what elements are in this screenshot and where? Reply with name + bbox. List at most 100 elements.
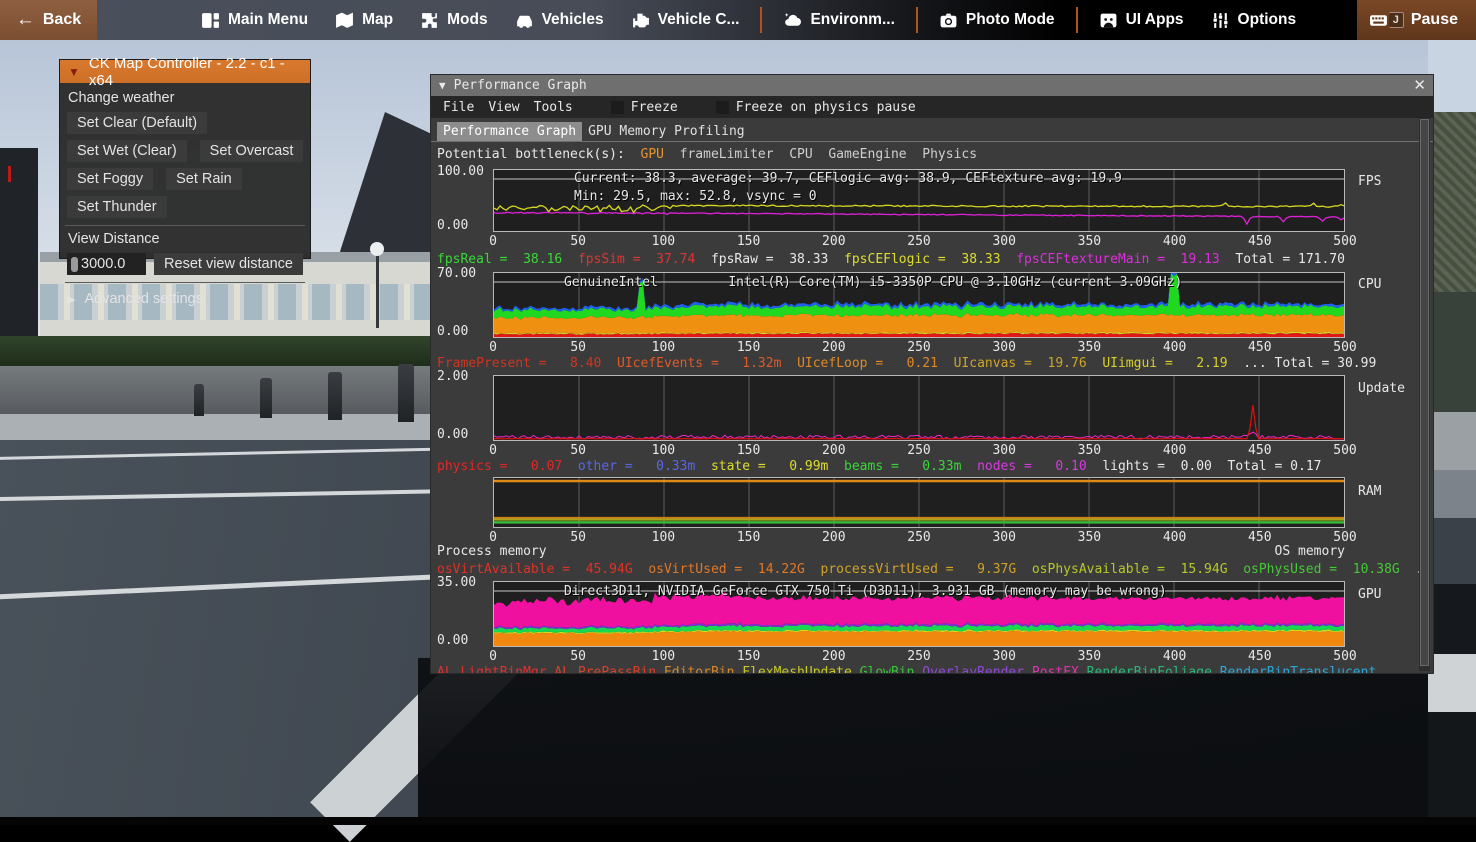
set-wet-clear-button[interactable]: Set Wet (Clear) [67,140,187,162]
ck-title-bar[interactable]: ▼ CK Map Controller - 2.2 - c1 - x64 [60,60,310,83]
red-flag [8,166,11,182]
x-tick: 300 [992,340,1015,355]
legend-al-lightbinmgr: AL_LightBinMgr [437,665,547,673]
x-tick: 400 [1163,649,1186,664]
stat-2: UIcefLoop = 0.21 [797,356,938,371]
x-tick: 450 [1248,530,1271,545]
bottleneck-line: Potential bottleneck(s): GPU frameLimite… [437,147,985,162]
update-y-max: 2.00 [437,369,468,384]
x-tick: 100 [652,234,675,249]
set-overcast-button[interactable]: Set Overcast [200,140,304,162]
fps-y-max: 100.00 [437,164,484,179]
x-tick: 50 [570,340,586,355]
set-rain-button[interactable]: Set Rain [166,168,242,190]
bollard [398,364,414,422]
cpu-overlay-line1: GenuineIntel Intel(R) Core(TM) i5-3350P … [564,275,1182,290]
drag-grip[interactable] [71,257,78,272]
x-tick: 300 [992,649,1015,664]
x-tick: 100 [652,649,675,664]
perf-window-title: Performance Graph [454,78,587,93]
topbar-item-label: Main Menu [228,11,308,29]
street-lamp-pole [376,252,379,328]
topbar-item-vehicle-c[interactable]: Vehicle C... [631,11,740,30]
street-lamp [370,242,384,256]
view-distance-input[interactable]: 3000.0 [67,253,146,275]
menu-separator [1076,7,1078,33]
main-menu-icon [201,11,220,30]
ck-window-body: Change weather Set Clear (Default) Set We… [60,83,310,258]
topbar-item-label: Mods [447,11,487,29]
advanced-settings-expander[interactable]: ▶ Advanced settings [67,291,303,307]
topbar-item-environm[interactable]: Environm... [783,11,894,30]
topbar-item-options[interactable]: Options [1211,11,1297,30]
menu-view[interactable]: View [488,100,519,115]
scrollbar-thumb[interactable] [1420,119,1429,666]
toggle-freeze-on-physics-pause[interactable]: Freeze on physics pause [716,100,916,115]
topbar-item-ui-apps[interactable]: UI Apps [1099,11,1184,30]
pause-key-badge: J [1389,12,1404,28]
x-tick: 350 [1078,649,1101,664]
cpu-y-max: 70.00 [437,266,476,281]
bollard [328,372,342,420]
top-menu-bar: ← Back Main Menu Map Mods Vehicles Vehicle C… [0,0,1476,40]
toggle-freeze[interactable]: Freeze [611,100,678,115]
collapse-triangle-icon[interactable]: ▼ [439,79,446,92]
topbar-item-label: Map [362,11,393,29]
back-button[interactable]: ← Back [0,0,97,40]
update-stats: physics = 0.07 other = 0.33m state = 0.9… [437,459,1321,474]
stat-2: fpsRaw = 38.33 [711,252,828,267]
topbar-item-mods[interactable]: Mods [420,11,487,30]
stat-4: UIimgui = 2.19 [1102,356,1227,371]
gpu-x-axis: 050100150200250300350400450500 [493,649,1345,663]
bollard [194,384,204,416]
topbar-item-main-menu[interactable]: Main Menu [201,11,308,30]
legend-renderbintranslucent: RenderBinTranslucent [1220,665,1377,673]
set-thunder-button[interactable]: Set Thunder [67,196,167,218]
set-foggy-button[interactable]: Set Foggy [67,168,153,190]
x-tick: 450 [1248,443,1271,458]
tab-performance-graph[interactable]: Performance Graph [437,122,582,141]
map-icon [335,11,354,30]
stat-4: osPhysUsed = 10.38G [1243,562,1400,577]
stat-3: UIcanvas = 19.76 [954,356,1087,371]
change-weather-label: Change weather [68,90,303,106]
checkbox-freeze-on-physics-pause[interactable] [716,101,729,114]
checkbox-freeze[interactable] [611,101,624,114]
x-tick: 350 [1078,234,1101,249]
toggle-label: Freeze on physics pause [736,100,916,115]
bottleneck-cpu: CPU [781,147,820,162]
menu-tools[interactable]: Tools [534,100,573,115]
options-icon [1211,11,1230,30]
stat-1: osVirtUsed = 14.22G [648,562,805,577]
menu-file[interactable]: File [443,100,474,115]
x-tick: 200 [822,443,845,458]
scrollbar[interactable] [1419,118,1430,671]
x-tick: 250 [907,649,930,664]
x-tick: 350 [1078,443,1101,458]
set-clear-default-button[interactable]: Set Clear (Default) [67,112,207,134]
x-tick: 200 [822,649,845,664]
x-tick: 150 [737,649,760,664]
collapse-triangle-icon[interactable]: ▼ [68,65,80,79]
cpu-y-min: 0.00 [437,324,468,339]
x-tick: 0 [489,530,497,545]
topbar-item-photo-mode[interactable]: Photo Mode [939,11,1055,30]
cpu-label: CPU [1358,277,1381,292]
x-tick: 50 [570,649,586,664]
topbar-item-map[interactable]: Map [335,11,393,30]
fps-overlay-line1: Current: 38.3, average: 39.7, CEFlogic a… [574,171,1122,186]
close-icon[interactable]: ✕ [1413,76,1426,94]
x-tick: 150 [737,443,760,458]
perf-title-bar[interactable]: ▼ Performance Graph ✕ [431,75,1433,96]
x-tick: 0 [489,649,497,664]
update-label: Update [1358,381,1405,396]
x-tick: 200 [822,234,845,249]
topbar-item-vehicles[interactable]: Vehicles [515,11,604,30]
x-tick: 350 [1078,340,1101,355]
pause-button[interactable]: J Pause [1357,0,1476,40]
view-distance-value: 3000.0 [81,256,125,272]
update-plot [493,375,1345,441]
weather-buttons: Set Clear (Default) Set Wet (Clear) Set Ov… [67,112,305,218]
reset-view-distance-button[interactable]: Reset view distance [154,253,303,275]
tab-gpu-memory-profiling[interactable]: GPU Memory Profiling [582,122,751,141]
